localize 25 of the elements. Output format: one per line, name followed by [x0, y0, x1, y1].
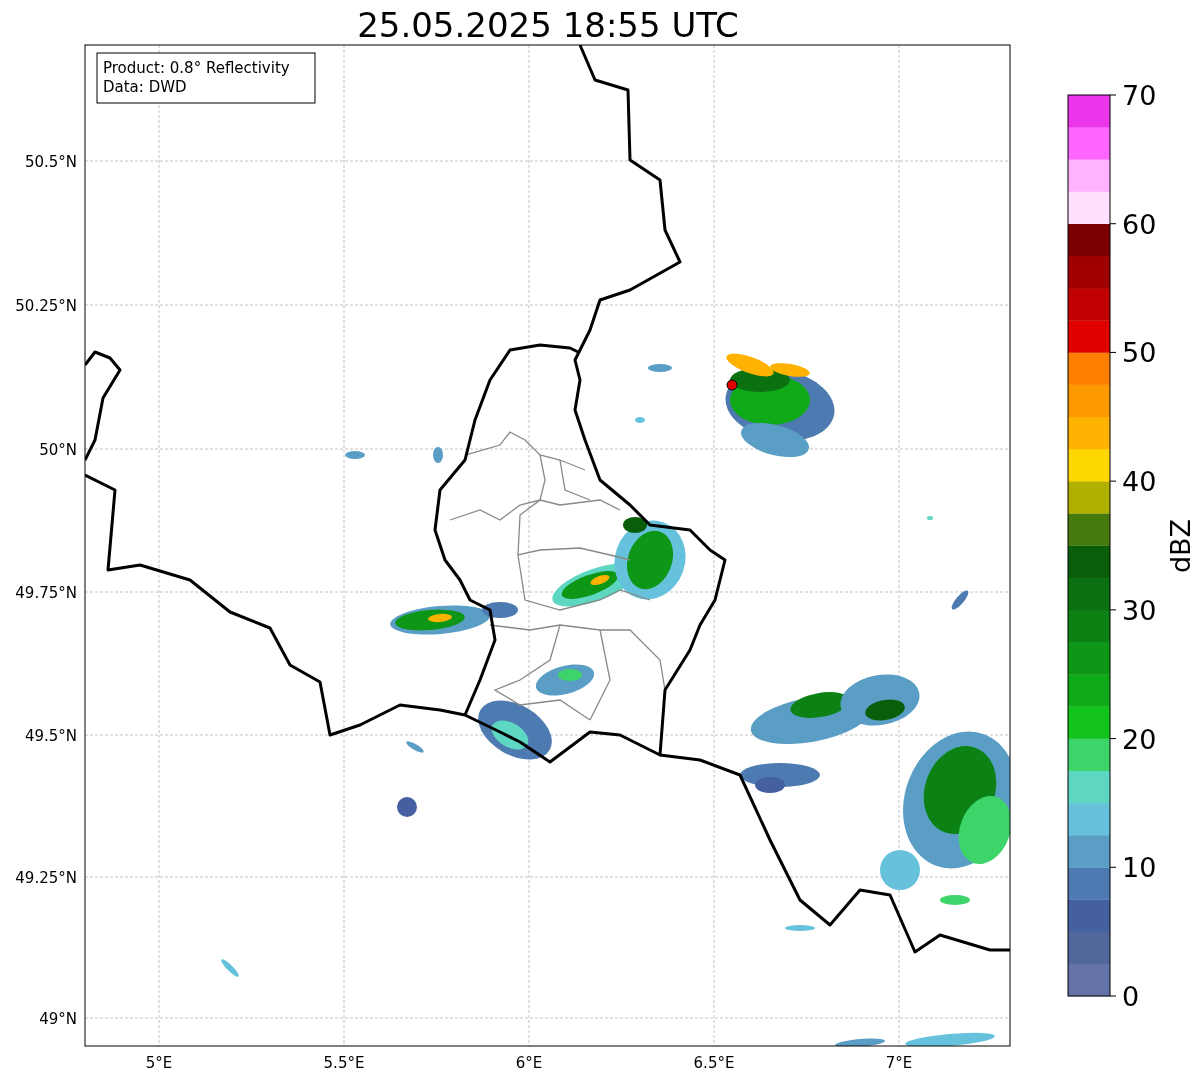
latitude-label: 49.5°N [24, 727, 77, 745]
info-text: Data: DWD [103, 78, 187, 96]
latitude-label: 49.25°N [15, 869, 77, 887]
colorbar-tick-label: 10 [1122, 852, 1157, 884]
longitude-label: 6°E [515, 1054, 543, 1072]
colorbar-tick-label: 40 [1122, 466, 1157, 498]
longitude-label: 6.5°E [693, 1054, 735, 1072]
longitude-label: 5.5°E [323, 1054, 365, 1072]
colorbar-label: dBZ [1165, 518, 1196, 574]
longitude-label: 7°E [885, 1054, 913, 1072]
latitude-label: 50.25°N [15, 297, 77, 315]
map-title: 25.05.2025 18:55 UTC [357, 5, 739, 45]
colorbar-tick-label: 60 [1122, 208, 1157, 240]
longitude-label: 5°E [145, 1054, 173, 1072]
latitude-label: 50.5°N [24, 153, 77, 171]
colorbar-tick-label: 50 [1122, 337, 1157, 369]
colorbar-tick-label: 30 [1122, 594, 1157, 626]
colorbar-tick-label: 70 [1122, 80, 1157, 111]
latitude-label: 49°N [39, 1010, 77, 1028]
colorbar-tick-label: 0 [1122, 981, 1140, 1012]
colorbar-tick-label: 20 [1122, 723, 1157, 755]
radar-station-icon [726, 379, 738, 391]
latitude-label: 50°N [39, 441, 77, 459]
info-text: Product: 0.8° Reflectivity [103, 59, 290, 77]
latitude-label: 49.75°N [15, 584, 77, 602]
